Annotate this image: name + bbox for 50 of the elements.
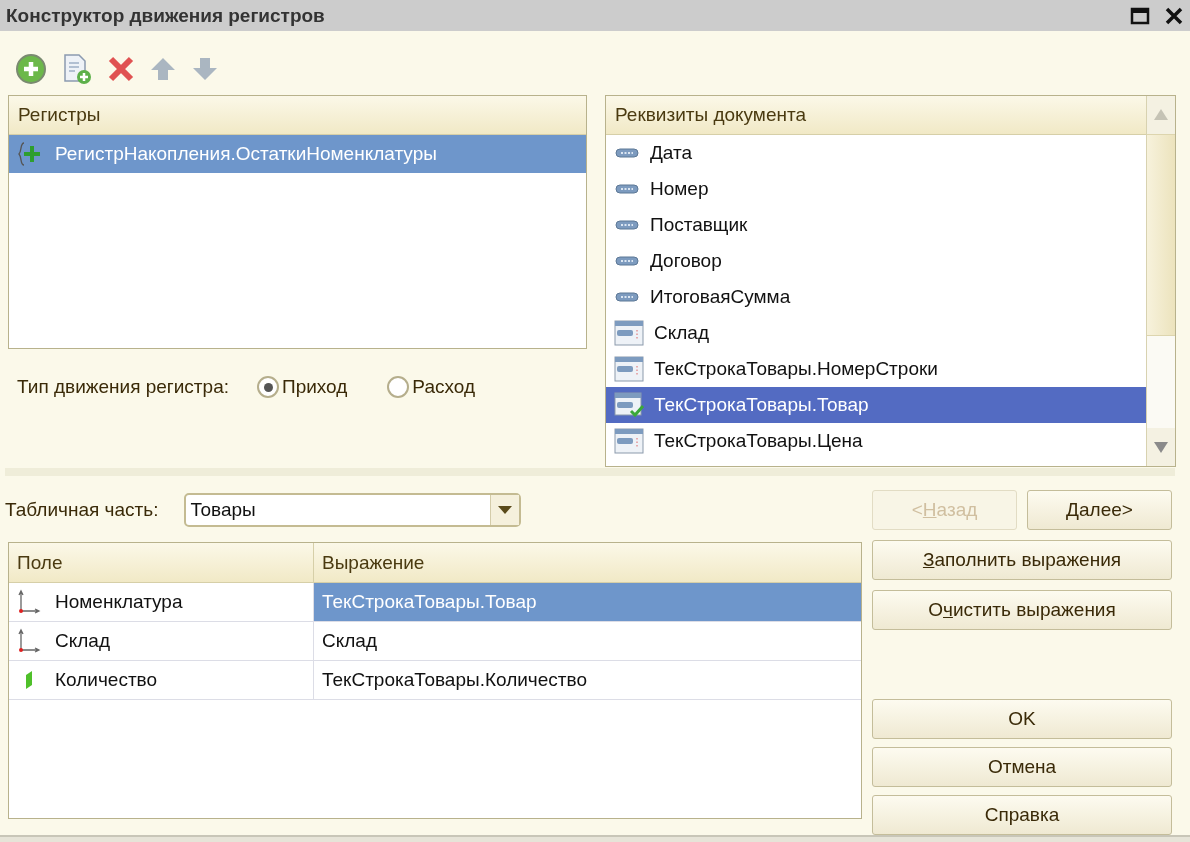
attribute-icon	[614, 219, 640, 231]
action-button[interactable]: Заполнить выражения	[872, 540, 1172, 580]
table-cell[interactable]: Склад	[314, 622, 861, 660]
table-icon	[614, 320, 644, 346]
attribute-icon	[614, 255, 640, 267]
column-header: Поле	[9, 543, 314, 582]
attribute-icon	[614, 183, 640, 195]
maximize-icon[interactable]	[1130, 5, 1150, 26]
close-icon[interactable]	[1164, 5, 1184, 26]
dialog-button[interactable]: OK	[872, 699, 1172, 739]
attribute-item[interactable]: ТекСтрокаТовары.Товар	[606, 387, 1146, 423]
table-cell[interactable]: Склад	[9, 622, 314, 660]
tabular-part-dropdown[interactable]: Товары	[184, 493, 522, 527]
attribute-item[interactable]: ТекСтрокаТовары.Цена	[606, 423, 1146, 459]
register-icon	[17, 141, 43, 167]
table-icon	[614, 428, 644, 454]
delete-icon[interactable]	[107, 55, 135, 83]
tabular-part-label: Табличная часть:	[5, 499, 159, 521]
table-cell[interactable]: ТекСтрокаТовары.Количество	[314, 661, 861, 699]
attribute-item[interactable]: Номер	[606, 171, 1146, 207]
radio-option[interactable]: Расход	[387, 376, 475, 398]
dialog-button[interactable]: Справка	[872, 795, 1172, 835]
list-header: Реквизиты документа	[606, 96, 1146, 135]
table-check-icon	[614, 392, 644, 418]
attribute-item[interactable]: ИтоговаяСумма	[606, 279, 1146, 315]
attribute-item[interactable]: Поставщик	[606, 207, 1146, 243]
attribute-icon	[614, 291, 640, 303]
document-add-icon[interactable]	[61, 53, 93, 85]
resource-icon	[26, 671, 32, 689]
action-button[interactable]: Очистить выражения	[872, 590, 1172, 630]
dropdown-arrow-icon	[498, 506, 513, 514]
dialog-button[interactable]: Отмена	[872, 747, 1172, 787]
add-icon[interactable]	[15, 53, 47, 85]
attribute-item[interactable]: Склад	[606, 315, 1146, 351]
next-button[interactable]: Далее>	[1027, 490, 1172, 530]
attribute-item[interactable]: Договор	[606, 243, 1146, 279]
scroll-thumb[interactable]	[1147, 134, 1175, 336]
movement-type-label: Тип движения регистра:	[17, 376, 229, 398]
scrollbar[interactable]	[1146, 96, 1175, 466]
attribute-item[interactable]: Дата	[606, 135, 1146, 171]
window-title: Конструктор движения регистров	[6, 4, 325, 27]
list-header: Регистры	[9, 96, 586, 135]
axes-icon	[17, 628, 41, 654]
table-cell[interactable]: Количество	[9, 661, 314, 699]
table-icon	[614, 356, 644, 382]
radio-option[interactable]: Приход	[257, 376, 348, 398]
attribute-icon	[614, 147, 640, 159]
axes-icon	[17, 589, 41, 615]
column-header: Выражение	[321, 550, 426, 575]
attribute-item[interactable]: ТекСтрокаТовары.НомерСтроки	[606, 351, 1146, 387]
